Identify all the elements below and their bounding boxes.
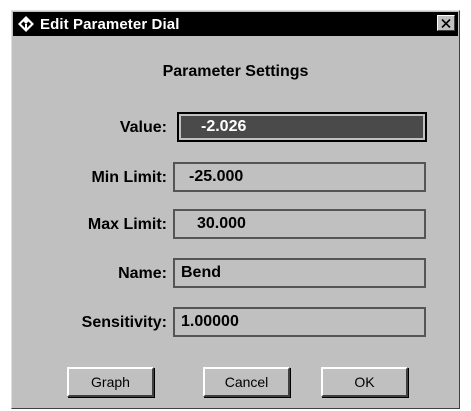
- value-field[interactable]: -2.026: [177, 112, 427, 142]
- max-limit-field[interactable]: 30.000: [173, 209, 426, 239]
- dialog-window: Edit Parameter Dial Parameter Settings V…: [11, 10, 460, 409]
- value-label: Value:: [119, 119, 167, 136]
- value-field-text: -2.026: [201, 118, 247, 135]
- name-label: Name:: [118, 265, 167, 282]
- sensitivity-field[interactable]: 1.00000: [173, 307, 426, 337]
- max-limit-field-text: 30.000: [197, 215, 246, 232]
- min-limit-field[interactable]: -25.000: [173, 162, 426, 192]
- close-button[interactable]: [437, 15, 455, 31]
- app-icon: [16, 14, 36, 34]
- section-heading: Parameter Settings: [162, 63, 309, 80]
- ok-button[interactable]: OK: [321, 367, 408, 397]
- name-field[interactable]: Bend: [173, 258, 426, 288]
- cancel-button[interactable]: Cancel: [203, 367, 290, 397]
- name-field-text: Bend: [181, 264, 221, 281]
- min-limit-label: Min Limit:: [91, 169, 167, 186]
- sensitivity-field-text: 1.00000: [181, 313, 239, 330]
- graph-button[interactable]: Graph: [67, 367, 154, 397]
- min-limit-field-text: -25.000: [189, 168, 244, 185]
- close-icon: [441, 18, 451, 28]
- sensitivity-label: Sensitivity:: [81, 314, 167, 331]
- title-bar[interactable]: Edit Parameter Dial: [13, 12, 458, 36]
- max-limit-label: Max Limit:: [87, 216, 167, 233]
- window-title: Edit Parameter Dial: [40, 15, 180, 33]
